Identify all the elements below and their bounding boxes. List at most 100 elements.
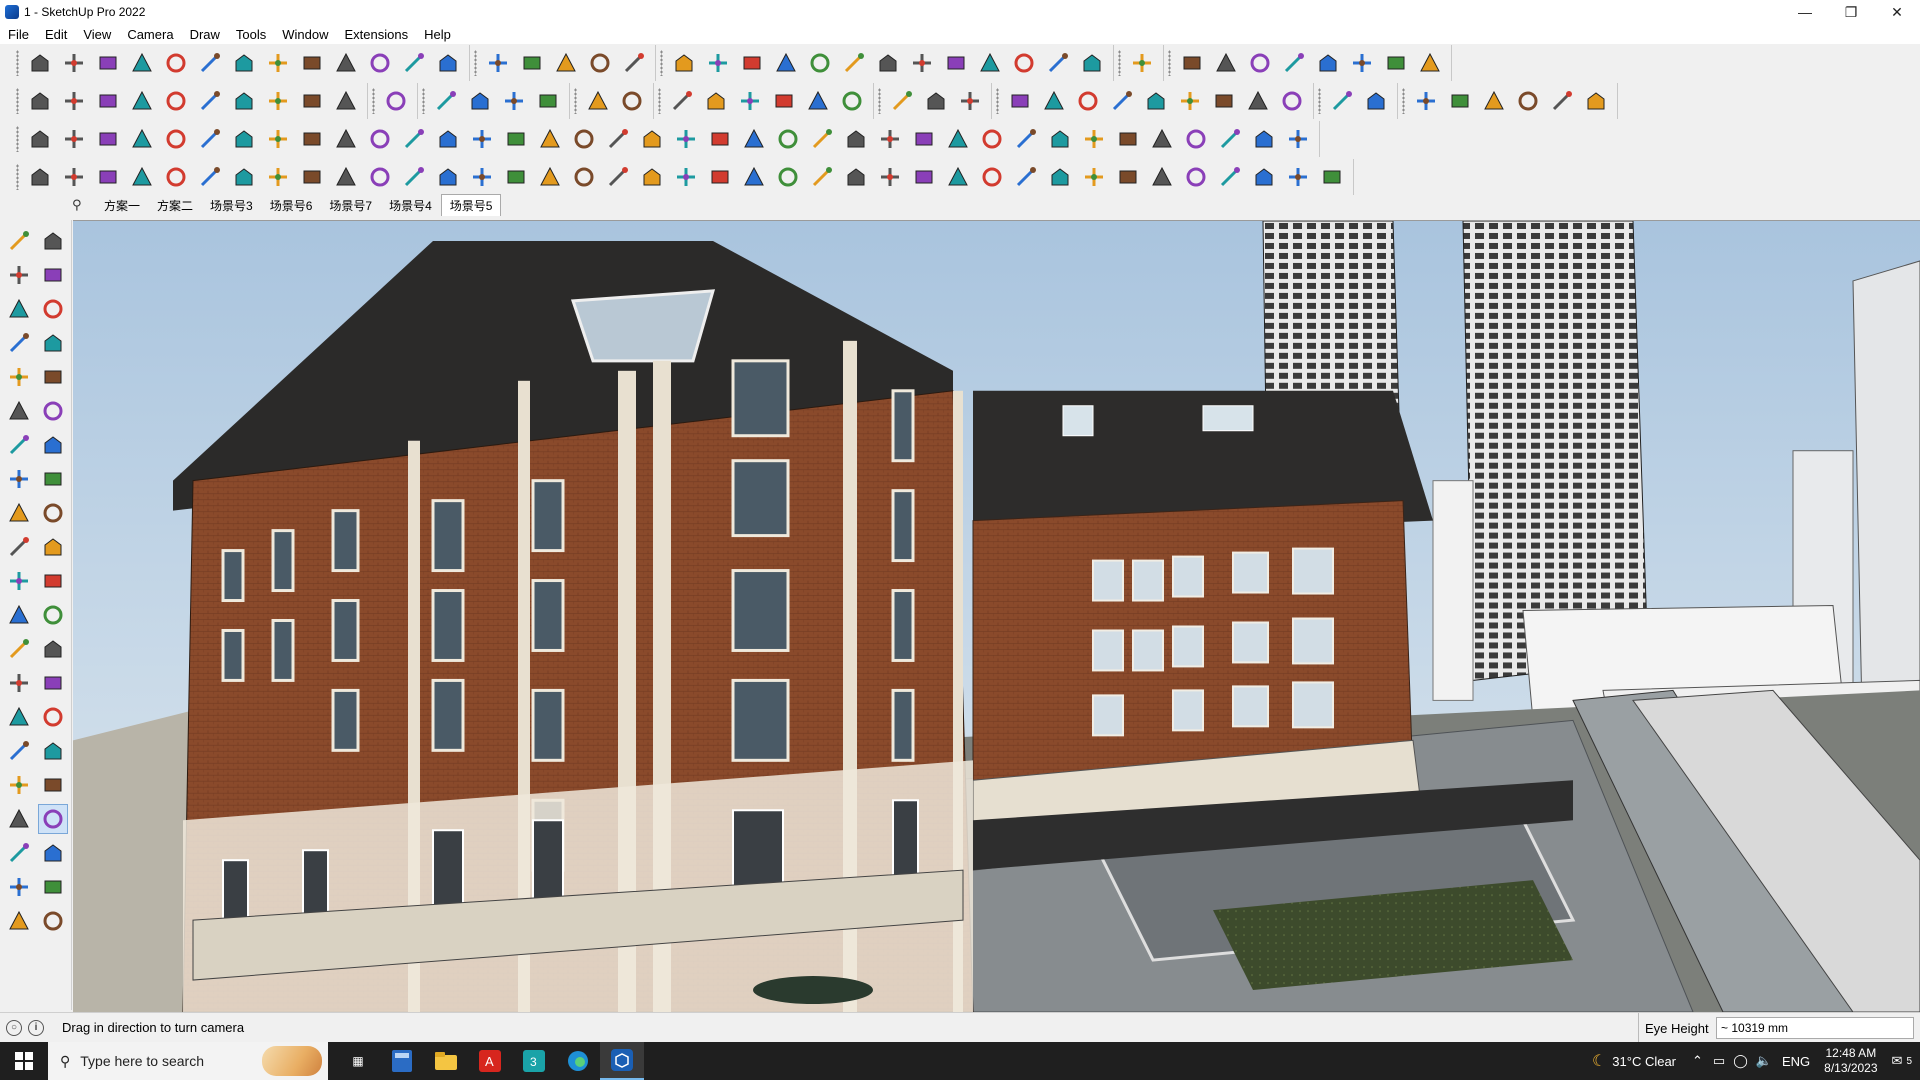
circle-icon[interactable] [4, 396, 34, 426]
rectangle-icon[interactable] [4, 362, 34, 392]
toolbar-tool-icon[interactable] [161, 124, 191, 154]
toolbar-tool-icon[interactable] [1327, 86, 1357, 116]
toolbar-tool-icon[interactable] [365, 48, 395, 78]
toolbar-tool-icon[interactable] [975, 48, 1005, 78]
tape-measure-icon[interactable] [38, 294, 68, 324]
search-icon[interactable]: ⚲ [72, 197, 96, 213]
menu-help[interactable]: Help [416, 27, 459, 42]
toolbar-tool-icon[interactable] [433, 162, 463, 192]
toolbar-tool-icon[interactable] [365, 124, 395, 154]
toolbar-tool-icon[interactable] [1181, 124, 1211, 154]
toolbar-tool-icon[interactable] [669, 48, 699, 78]
toolbar-grip[interactable] [996, 88, 999, 114]
start-button[interactable] [0, 1042, 48, 1080]
toolbar-tool-icon[interactable] [671, 162, 701, 192]
toolbar-tool-icon[interactable] [977, 124, 1007, 154]
toolbar-tool-icon[interactable] [229, 124, 259, 154]
scene-tab[interactable]: 场景号6 [262, 195, 321, 216]
toolbar-tool-icon[interactable] [1079, 124, 1109, 154]
select-icon[interactable] [4, 226, 34, 256]
orbit-icon[interactable] [38, 226, 68, 256]
toolbar-tool-icon[interactable] [551, 48, 581, 78]
layers-icon[interactable] [38, 906, 68, 936]
edge-app[interactable] [556, 1042, 600, 1080]
toolbar-tool-icon[interactable] [603, 124, 633, 154]
toolbar-tool-icon[interactable] [735, 86, 765, 116]
toolbar-tool-icon[interactable] [467, 162, 497, 192]
toolbar-tool-icon[interactable] [1113, 124, 1143, 154]
toolbar-tool-icon[interactable] [1361, 86, 1391, 116]
orbit-tool-icon[interactable] [4, 702, 34, 732]
display-icon[interactable]: ▭ [1713, 1053, 1725, 1069]
toolbar-tool-icon[interactable] [1077, 48, 1107, 78]
toolbar-tool-icon[interactable] [1215, 124, 1245, 154]
toolbar-tool-icon[interactable] [433, 124, 463, 154]
toolbar-tool-icon[interactable] [1039, 86, 1069, 116]
rotated-rectangle-icon[interactable] [38, 362, 68, 392]
menu-view[interactable]: View [75, 27, 119, 42]
file-explorer-app[interactable] [424, 1042, 468, 1080]
toolbar-tool-icon[interactable] [25, 162, 55, 192]
toolbar-grip[interactable] [660, 50, 663, 76]
walk-icon[interactable] [4, 838, 34, 868]
toolbar-grip[interactable] [1168, 50, 1171, 76]
toolbar-tool-icon[interactable] [773, 162, 803, 192]
section-fill-icon[interactable] [4, 906, 34, 936]
three-point-arc-icon[interactable] [38, 464, 68, 494]
toolbar-tool-icon[interactable] [229, 86, 259, 116]
toolbar-tool-icon[interactable] [1073, 86, 1103, 116]
toolbar-grip[interactable] [372, 88, 375, 114]
clock[interactable]: 12:48 AM 8/13/2023 [1824, 1046, 1877, 1076]
toolbar-tool-icon[interactable] [805, 48, 835, 78]
toolbar-tool-icon[interactable] [769, 86, 799, 116]
text-icon[interactable] [38, 634, 68, 664]
toolbar-tool-icon[interactable] [399, 124, 429, 154]
menu-extensions[interactable]: Extensions [337, 27, 417, 42]
calculator-app[interactable] [380, 1042, 424, 1080]
3d-text-icon[interactable] [38, 668, 68, 698]
menu-draw[interactable]: Draw [182, 27, 228, 42]
toolbar-tool-icon[interactable] [433, 48, 463, 78]
eraser-icon[interactable] [38, 260, 68, 290]
info-icon[interactable]: i [28, 1019, 44, 1036]
toolbar-tool-icon[interactable] [1211, 48, 1241, 78]
toolbar-tool-icon[interactable] [195, 124, 225, 154]
toolbar-tool-icon[interactable] [739, 124, 769, 154]
toolbar-tool-icon[interactable] [127, 86, 157, 116]
menu-file[interactable]: File [0, 27, 37, 42]
toolbar-tool-icon[interactable] [365, 162, 395, 192]
move-icon[interactable] [4, 498, 34, 528]
toolbar-tool-icon[interactable] [603, 162, 633, 192]
toolbar-tool-icon[interactable] [619, 48, 649, 78]
toolbar-tool-icon[interactable] [229, 48, 259, 78]
toolbar-grip[interactable] [16, 50, 19, 76]
toolbar-tool-icon[interactable] [297, 48, 327, 78]
offset-icon[interactable] [38, 566, 68, 596]
toolbar-tool-icon[interactable] [569, 162, 599, 192]
toolbar-tool-icon[interactable] [499, 86, 529, 116]
toolbar-tool-icon[interactable] [127, 48, 157, 78]
follow-me-icon[interactable] [38, 532, 68, 562]
toolbar-tool-icon[interactable] [1141, 86, 1171, 116]
tape-icon[interactable] [4, 600, 34, 630]
toolbar-tool-icon[interactable] [25, 86, 55, 116]
toolbar-tool-icon[interactable] [705, 124, 735, 154]
toolbar-tool-icon[interactable] [195, 86, 225, 116]
toolbar-grip[interactable] [1318, 88, 1321, 114]
toolbar-tool-icon[interactable] [739, 162, 769, 192]
toolbar-tool-icon[interactable] [943, 162, 973, 192]
toolbar-tool-icon[interactable] [93, 124, 123, 154]
toolbar-tool-icon[interactable] [263, 124, 293, 154]
menu-camera[interactable]: Camera [119, 27, 181, 42]
toolbar-tool-icon[interactable] [841, 162, 871, 192]
toolbar-tool-icon[interactable] [921, 86, 951, 116]
scene-tab[interactable]: 场景号7 [321, 195, 380, 216]
toolbar-tool-icon[interactable] [977, 162, 1007, 192]
toolbar-tool-icon[interactable] [25, 124, 55, 154]
pan-icon[interactable] [38, 702, 68, 732]
toolbar-tool-icon[interactable] [1317, 162, 1347, 192]
3ds-max-app[interactable]: 3 [512, 1042, 556, 1080]
toolbar-tool-icon[interactable] [161, 162, 191, 192]
toolbar-tool-icon[interactable] [381, 86, 411, 116]
look-around-icon[interactable] [38, 804, 68, 834]
